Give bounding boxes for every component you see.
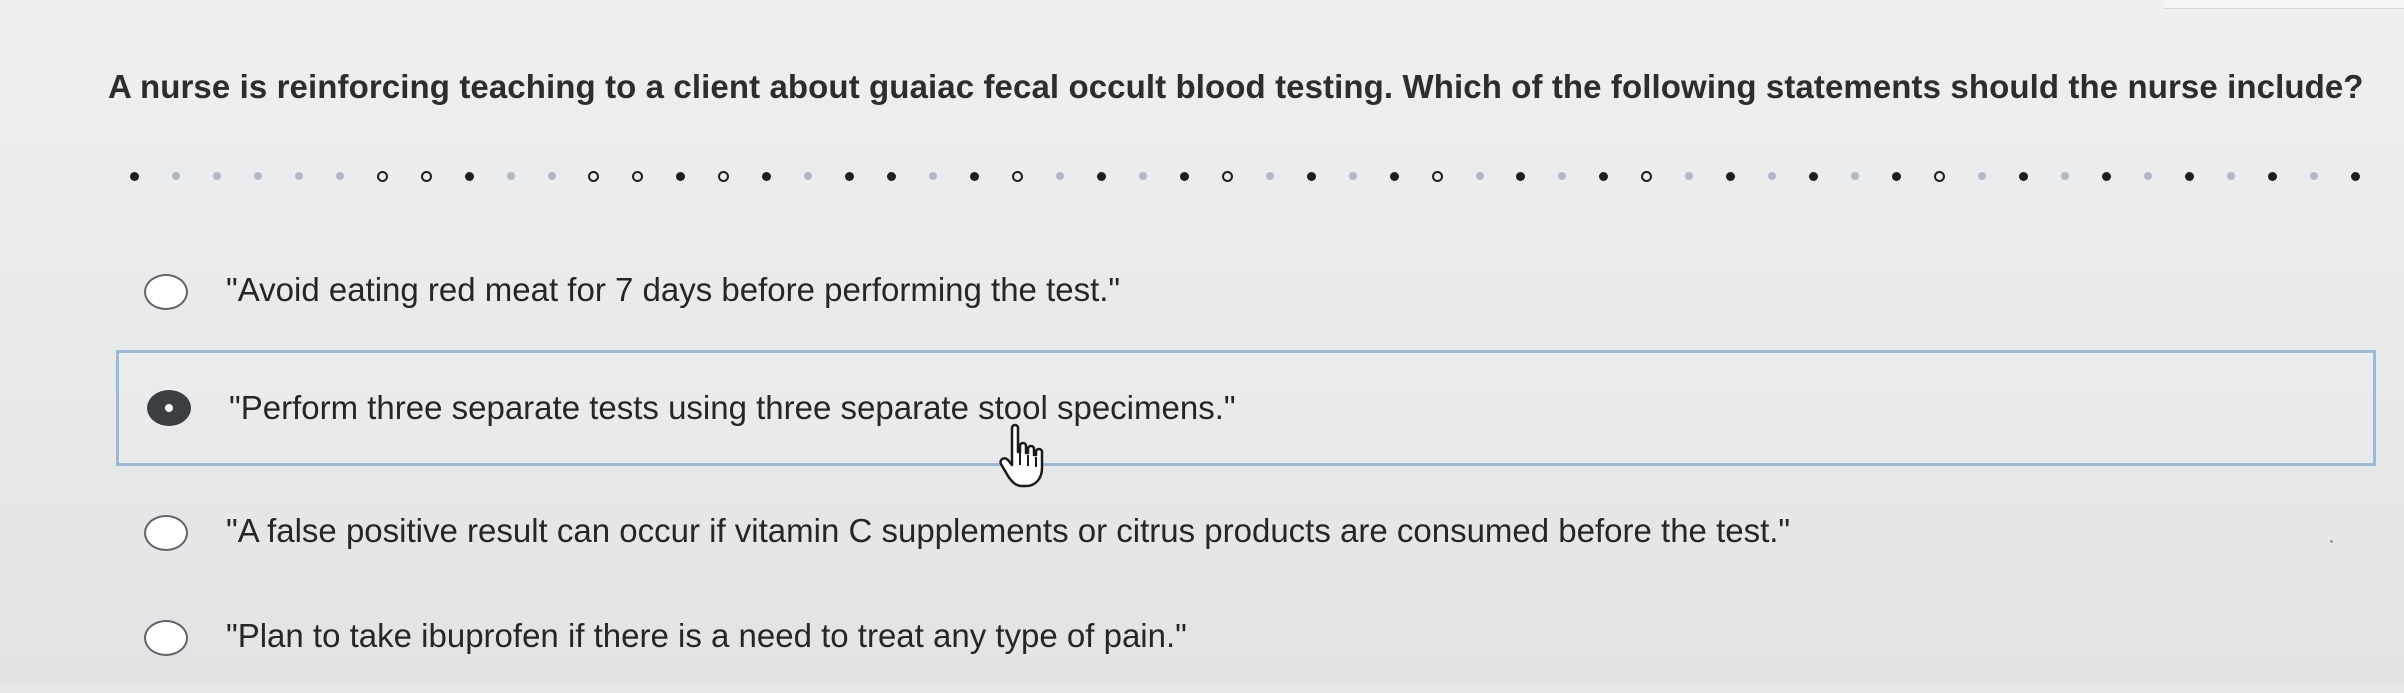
radio-filled-icon[interactable] [147,390,191,426]
radio-empty-icon[interactable] [144,274,188,310]
screen-speck [2330,540,2333,543]
answer-option-4[interactable]: "Plan to take ibuprofen if there is a ne… [116,583,2376,693]
hand-pointer-icon [999,423,1044,488]
quiz-page: A nurse is reinforcing teaching to a cli… [0,0,2404,685]
answer-option-label: "Avoid eating red meat for 7 days before… [226,271,1121,308]
radio-empty-icon[interactable] [144,515,188,551]
answer-option-label: "Plan to take ibuprofen if there is a ne… [226,617,1187,654]
radio-empty-icon[interactable] [144,620,188,656]
answer-option-2[interactable]: "Perform three separate tests using thre… [116,350,2376,466]
answer-option-3[interactable]: "A false positive result can occur if vi… [116,478,2376,588]
answer-option-1[interactable]: "Avoid eating red meat for 7 days before… [116,237,2376,347]
answer-options: "Avoid eating red meat for 7 days before… [0,0,2404,685]
answer-option-label: "Perform three separate tests using thre… [229,389,1236,426]
answer-option-label: "A false positive result can occur if vi… [226,512,1791,549]
